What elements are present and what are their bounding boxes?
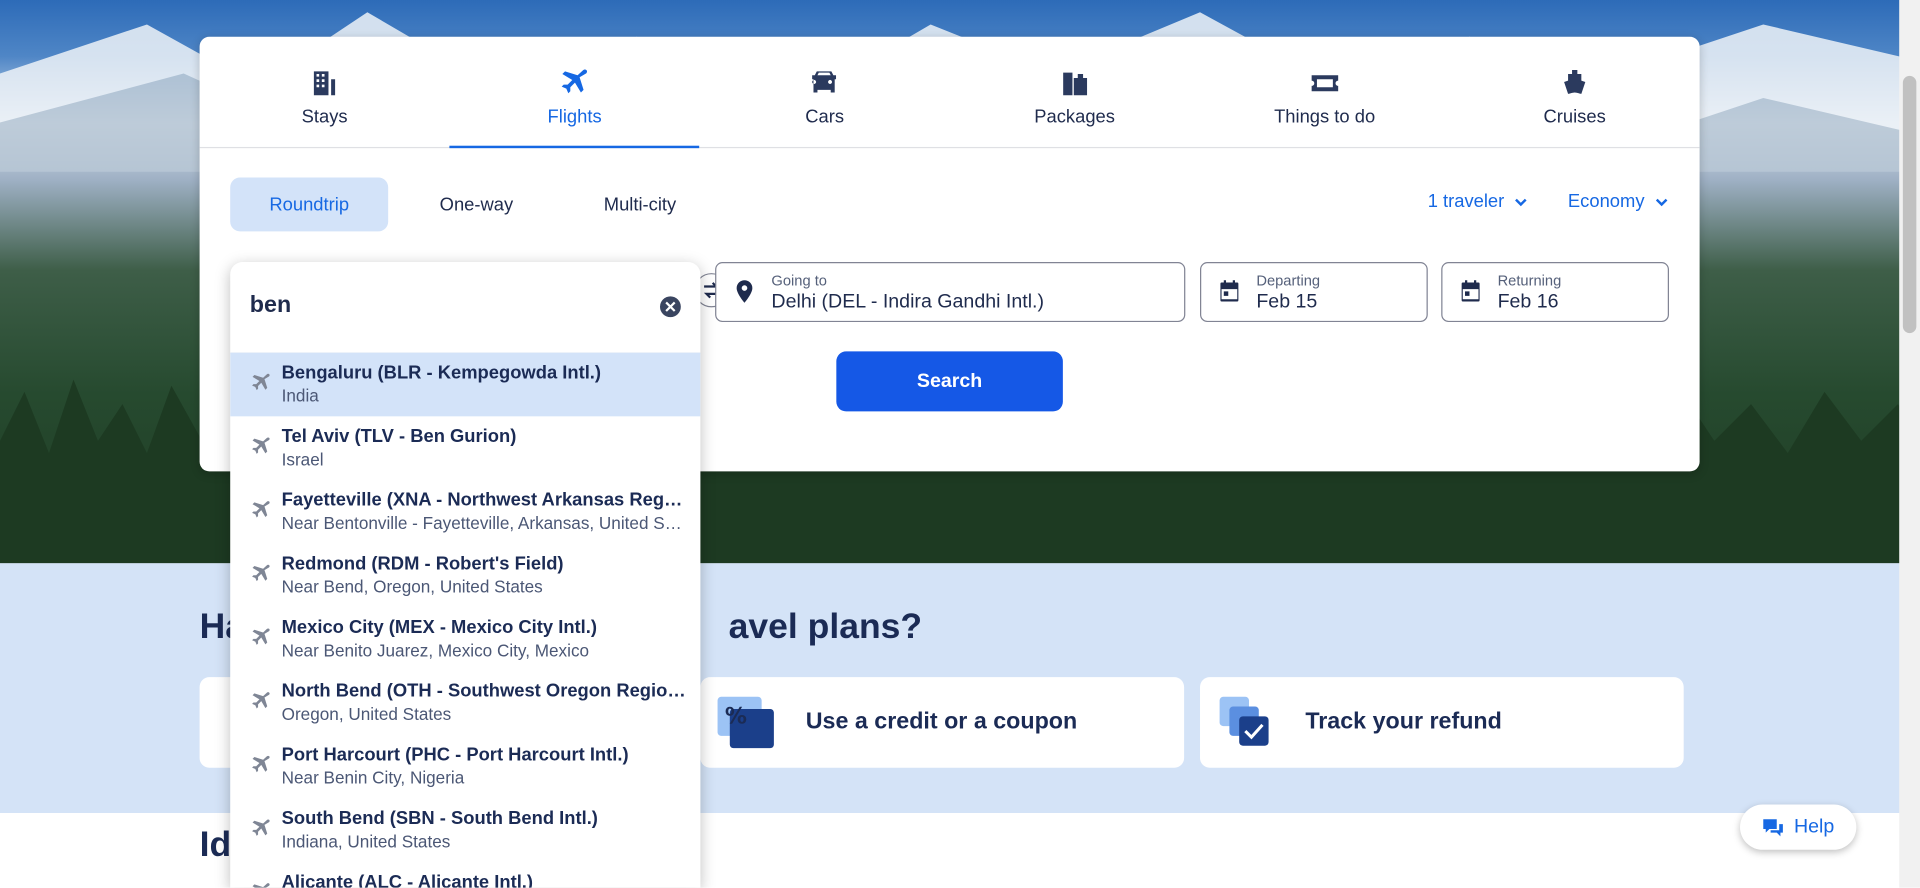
tab-things-to-do-label: Things to do bbox=[1274, 105, 1376, 127]
credit-coupon-label: Use a credit or a coupon bbox=[805, 708, 1078, 735]
suggestion-location: India bbox=[281, 385, 319, 406]
cabin-class-select[interactable]: Economy bbox=[1568, 191, 1669, 212]
suggestion-item[interactable]: Bengaluru (BLR - Kempegowda Intl.) India bbox=[230, 352, 701, 417]
refund-icon bbox=[1219, 696, 1269, 746]
tab-flights[interactable]: Flights bbox=[449, 37, 700, 149]
going-to-caption: Going to bbox=[771, 271, 827, 289]
help-button[interactable]: Help bbox=[1740, 804, 1857, 850]
returning-caption: Returning bbox=[1497, 271, 1562, 289]
going-to-value: Delhi (DEL - Indira Gandhi Intl.) bbox=[771, 291, 1045, 313]
plane-icon bbox=[252, 501, 270, 518]
help-label: Help bbox=[1793, 816, 1835, 837]
scrollbar-thumb[interactable] bbox=[1902, 75, 1917, 334]
trip-options: 1 traveler Economy bbox=[1428, 191, 1669, 212]
suggestion-item[interactable]: Port Harcourt (PHC - Port Harcourt Intl.… bbox=[230, 735, 700, 799]
suggestion-item[interactable]: Mexico City (MEX - Mexico City Intl.) Ne… bbox=[230, 607, 700, 671]
leaving-from-autocomplete: ben Bengaluru (BLR - Kempegowda Intl.) I… bbox=[230, 262, 701, 888]
plane-icon bbox=[252, 819, 270, 836]
location-pin-icon bbox=[736, 280, 753, 303]
suggestion-item[interactable]: North Bend (OTH - Southwest Oregon Regio… bbox=[230, 671, 700, 735]
trip-type-multi-city[interactable]: Multi-city bbox=[565, 178, 716, 232]
car-icon bbox=[812, 70, 837, 92]
suggestion-name: North Bend (OTH - Southwest Oregon Regio… bbox=[281, 680, 686, 702]
going-to-field[interactable]: Going to Delhi (DEL - Indira Gandhi Intl… bbox=[715, 262, 1186, 323]
returning-date-field[interactable]: Returning Feb 16 bbox=[1441, 262, 1669, 323]
suggestion-list: Bengaluru (BLR - Kempegowda Intl.) India… bbox=[230, 352, 701, 888]
plane-icon bbox=[252, 373, 270, 391]
trip-type-one-way[interactable]: One-way bbox=[400, 178, 552, 232]
leaving-from-input[interactable]: ben bbox=[230, 262, 701, 354]
suggestion-item[interactable]: Alicante (ALC - Alicante Intl.) bbox=[230, 862, 700, 888]
credit-coupon-card[interactable]: % Use a credit or a coupon bbox=[700, 677, 1185, 768]
tab-cruises-label: Cruises bbox=[1543, 105, 1606, 127]
suggestion-item[interactable]: Tel Aviv (TLV - Ben Gurion) Israel bbox=[230, 416, 700, 480]
ticket-icon bbox=[1311, 74, 1338, 91]
tab-packages[interactable]: Packages bbox=[950, 37, 1200, 147]
suggestion-location: Israel bbox=[281, 449, 324, 469]
trip-type-roundtrip[interactable]: Roundtrip bbox=[230, 177, 389, 232]
suggestion-name: South Bend (SBN - South Bend Intl.) bbox=[281, 808, 598, 829]
trip-type-selector: Roundtrip One-way Multi-city bbox=[230, 177, 716, 232]
track-refund-label: Track your refund bbox=[1305, 708, 1502, 735]
tab-things-to-do[interactable]: Things to do bbox=[1200, 37, 1450, 147]
page-scrollbar[interactable] bbox=[1899, 0, 1920, 888]
plane-icon bbox=[252, 564, 270, 582]
suggestion-location: Indiana, United States bbox=[281, 831, 451, 852]
chat-icon bbox=[1763, 818, 1783, 836]
packages-icon bbox=[1062, 72, 1087, 95]
suggestion-location: Near Benin City, Nigeria bbox=[281, 767, 465, 788]
tab-cars-label: Cars bbox=[805, 105, 845, 127]
plane-icon bbox=[252, 628, 270, 645]
building-icon bbox=[313, 70, 336, 95]
suggestion-location: Near Benito Juarez, Mexico City, Mexico bbox=[281, 640, 590, 661]
suggestion-name: Tel Aviv (TLV - Ben Gurion) bbox=[281, 426, 517, 447]
plane-icon bbox=[252, 692, 270, 709]
departing-caption: Departing bbox=[1256, 271, 1321, 289]
suggestion-name: Alicante (ALC - Alicante Intl.) bbox=[281, 871, 534, 888]
svg-text:%: % bbox=[725, 705, 747, 730]
leaving-from-query: ben bbox=[249, 292, 292, 319]
suggestion-location: Oregon, United States bbox=[281, 704, 452, 724]
tab-cruises[interactable]: Cruises bbox=[1450, 37, 1700, 147]
travelers-select[interactable]: 1 traveler bbox=[1428, 191, 1529, 212]
search-button[interactable]: Search bbox=[836, 351, 1063, 412]
returning-value: Feb 16 bbox=[1497, 291, 1559, 313]
plane-icon bbox=[561, 68, 588, 93]
tab-cars[interactable]: Cars bbox=[700, 37, 950, 147]
suggestion-name: Mexico City (MEX - Mexico City Intl.) bbox=[281, 617, 598, 638]
departing-value: Feb 15 bbox=[1256, 291, 1318, 313]
tab-stays[interactable]: Stays bbox=[200, 37, 450, 147]
lower-heading: Id bbox=[199, 825, 232, 865]
calendar-icon bbox=[1220, 280, 1239, 302]
tab-stays-label: Stays bbox=[301, 105, 348, 127]
suggestion-item[interactable]: Redmond (RDM - Robert's Field) Near Bend… bbox=[230, 544, 700, 608]
chevron-down-icon bbox=[1515, 198, 1528, 206]
suggestion-location: Near Bentonville - Fayetteville, Arkansa… bbox=[281, 513, 686, 533]
plane-icon bbox=[252, 755, 270, 773]
chevron-down-icon bbox=[1655, 198, 1668, 206]
travelers-label: 1 traveler bbox=[1427, 191, 1505, 212]
calendar-icon bbox=[1461, 280, 1480, 302]
plane-icon bbox=[252, 883, 270, 888]
plane-icon bbox=[252, 437, 270, 454]
track-refund-card[interactable]: Track your refund bbox=[1200, 677, 1684, 768]
product-tabs: Stays Flights Cars Packages Things to do… bbox=[199, 37, 1700, 149]
page: Ha avel plans? % Use a credit or a coupon bbox=[0, 0, 1920, 888]
cabin-class-label: Economy bbox=[1567, 191, 1645, 212]
suggestion-name: Fayetteville (XNA - Northwest Arkansas R… bbox=[281, 489, 686, 511]
coupon-icon: % bbox=[717, 696, 774, 749]
suggestion-name: Bengaluru (BLR - Kempegowda Intl.) bbox=[281, 362, 602, 384]
suggestion-name: Port Harcourt (PHC - Port Harcourt Intl.… bbox=[281, 744, 629, 766]
ship-icon bbox=[1564, 69, 1586, 94]
suggestion-name: Redmond (RDM - Robert's Field) bbox=[281, 553, 564, 575]
suggestion-item[interactable]: South Bend (SBN - South Bend Intl.) Indi… bbox=[230, 798, 700, 862]
suggestion-item[interactable]: Fayetteville (XNA - Northwest Arkansas R… bbox=[230, 480, 700, 544]
close-icon bbox=[665, 301, 676, 312]
clear-input-button[interactable] bbox=[660, 296, 681, 318]
suggestion-location: Near Bend, Oregon, United States bbox=[281, 576, 543, 597]
tab-flights-label: Flights bbox=[547, 105, 602, 127]
tab-packages-label: Packages bbox=[1034, 105, 1115, 127]
departing-date-field[interactable]: Departing Feb 15 bbox=[1200, 262, 1428, 323]
